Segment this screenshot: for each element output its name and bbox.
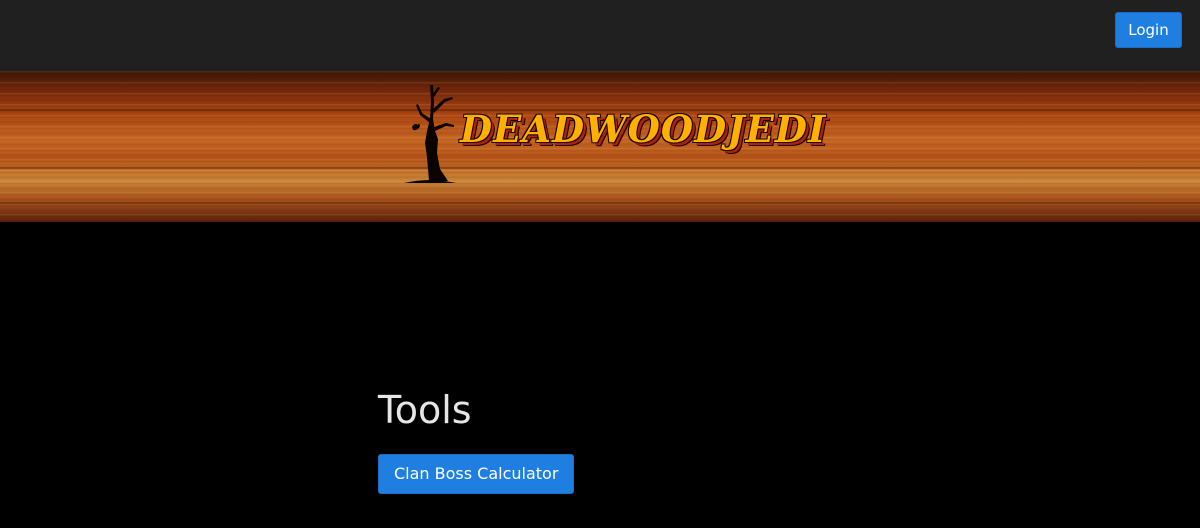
logo-text: DEADWOODJEDI [460, 107, 827, 151]
top-navbar: Login [0, 0, 1200, 71]
login-button[interactable]: Login [1115, 12, 1182, 48]
main-content: Tools Clan Boss Calculator [378, 385, 978, 494]
header-banner: DEADWOODJEDI [0, 71, 1200, 222]
page-title: Tools [378, 388, 472, 432]
clan-boss-calculator-button[interactable]: Clan Boss Calculator [378, 454, 575, 494]
site-logo[interactable]: DEADWOODJEDI [400, 79, 825, 189]
wood-board-seam [0, 202, 1200, 204]
dead-tree-icon [404, 85, 456, 183]
